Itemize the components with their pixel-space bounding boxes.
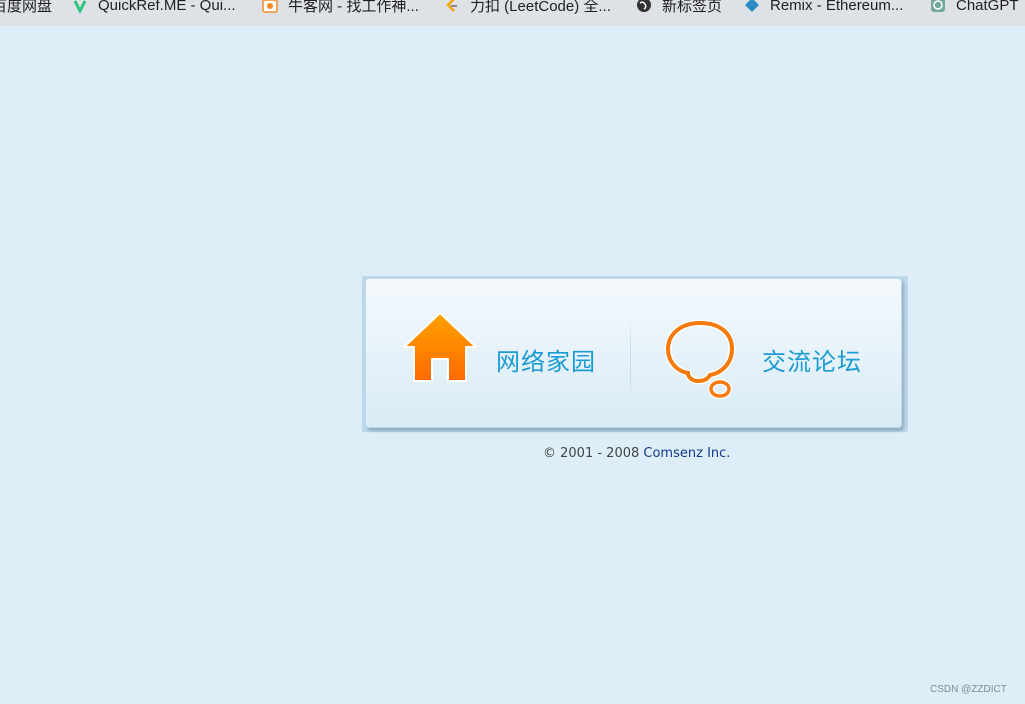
bookmark-label: ChatGPT [956, 0, 1019, 14]
remix-icon [744, 0, 760, 13]
bookmark-quickref[interactable]: QuickRef.ME - Qui... [72, 0, 236, 17]
forum-link[interactable]: 交流论坛 [634, 279, 901, 427]
bookmark-nowcoder[interactable]: 牛客网 - 找工作神... [262, 0, 419, 17]
house-icon [402, 311, 478, 388]
bookmark-label: 百度网盘 [0, 0, 53, 15]
bookmark-label: 力扣 (LeetCode) 全... [470, 0, 611, 15]
bookmark-leetcode[interactable]: 力扣 (LeetCode) 全... [444, 0, 611, 17]
bookmark-new-tab[interactable]: 新标签页 [636, 0, 722, 17]
home-link[interactable]: 网络家园 [366, 279, 628, 427]
globe-icon [636, 0, 652, 13]
home-label: 网络家园 [496, 349, 596, 376]
forum-label: 交流论坛 [762, 349, 862, 376]
watermark: CSDN @ZZDICT [930, 684, 1007, 695]
nav-divider [630, 319, 631, 401]
bookmark-label: 新标签页 [662, 0, 723, 15]
bookmark-baidu-netdisk[interactable]: 百度网盘 [0, 0, 52, 17]
bookmarks-bar: 百度网盘 QuickRef.ME - Qui... 牛客网 - 找工作神... … [0, 0, 1025, 26]
nowcoder-icon [262, 0, 278, 13]
bookmark-chatgpt[interactable]: ChatGPT [930, 0, 1019, 17]
nav-panel: 网络家园 交流论坛 [365, 278, 902, 428]
bookmark-remix[interactable]: Remix - Ethereum... [744, 0, 903, 17]
copyright-text: © 2001 - 2008 [543, 446, 640, 461]
thought-bubble-icon [664, 319, 740, 408]
chatgpt-icon [930, 0, 946, 13]
bookmark-label: Remix - Ethereum... [770, 0, 904, 14]
bookmark-label: QuickRef.ME - Qui... [98, 0, 236, 14]
footer-copyright: © 2001 - 2008 Comsenz Inc. [543, 446, 730, 461]
leetcode-icon [444, 0, 460, 13]
bookmark-label: 牛客网 - 找工作神... [288, 0, 419, 15]
company-link[interactable]: Comsenz Inc. [643, 446, 730, 461]
quickref-icon [72, 0, 88, 13]
